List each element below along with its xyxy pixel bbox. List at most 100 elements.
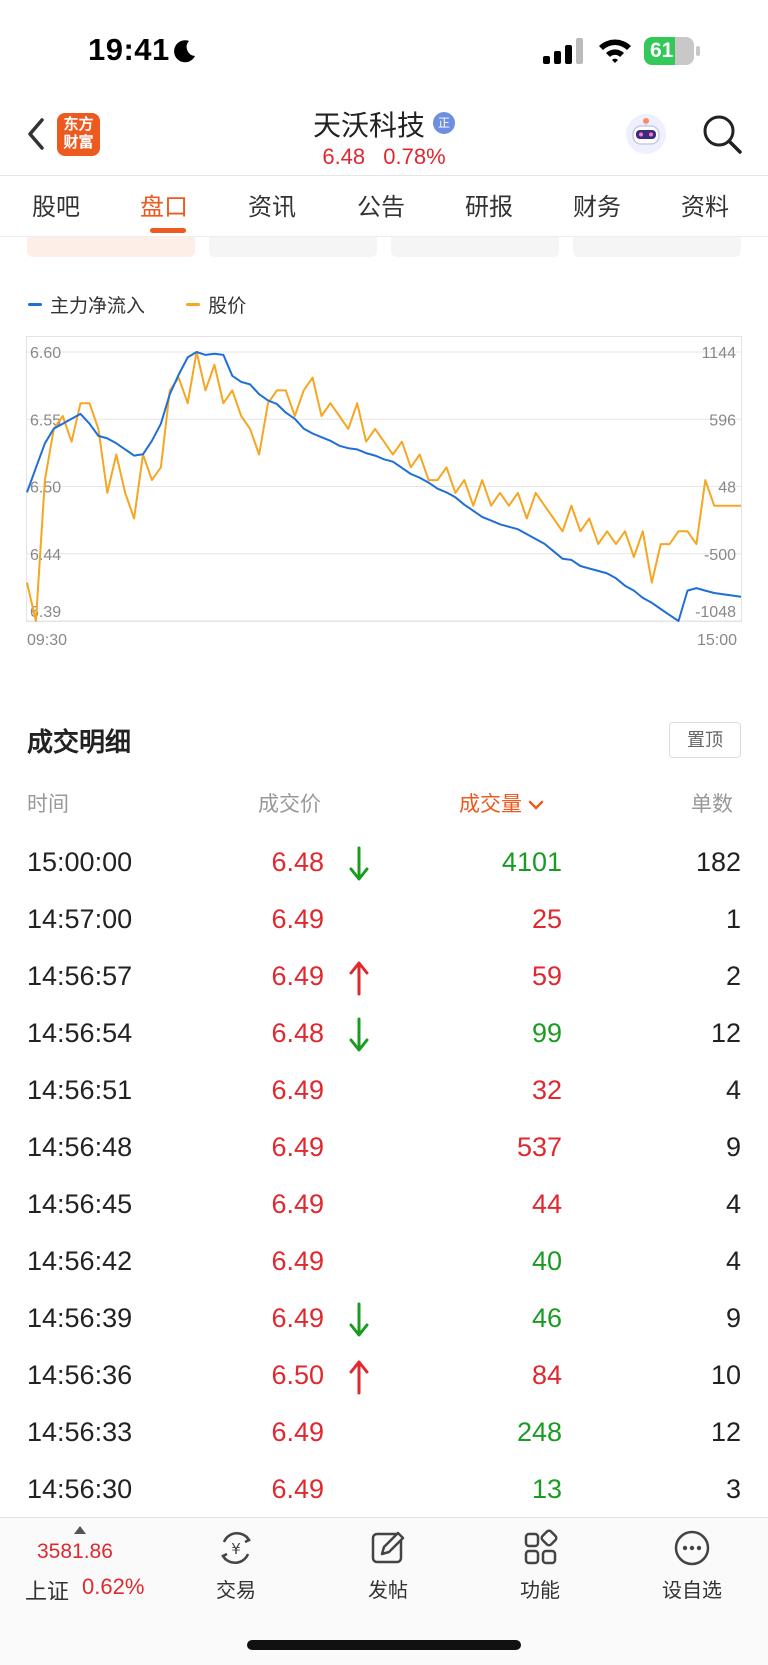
- trade-volume: 32: [531, 1075, 562, 1105]
- trade-volume: 44: [531, 1189, 562, 1219]
- nav-functions[interactable]: 功能: [490, 1528, 590, 1603]
- trade-volume: 99: [531, 1018, 562, 1048]
- trade-count: 182: [695, 847, 741, 877]
- trade-price: 6.49: [271, 1246, 324, 1276]
- search-icon[interactable]: [700, 112, 744, 156]
- trade-time: 14:56:57: [27, 961, 133, 991]
- trade-time: 14:57:00: [27, 904, 133, 934]
- trade-time: 14:56:45: [27, 1189, 133, 1219]
- apps-icon: [524, 1529, 558, 1565]
- trade-count: 12: [710, 1018, 741, 1048]
- tab-research[interactable]: 研报: [465, 187, 513, 222]
- table-row: 14:56:42 6.49 40 4: [0, 1236, 768, 1293]
- y-tick-left: 6.60: [30, 345, 61, 362]
- compose-icon: [371, 1531, 405, 1564]
- trade-price: 6.49: [271, 904, 324, 934]
- y-tick-right: -1048: [695, 604, 736, 621]
- y-tick-right: 1144: [702, 345, 737, 362]
- table-row: 14:56:48 6.49 537 9: [0, 1122, 768, 1179]
- col-count-header: 单数: [691, 793, 733, 816]
- trade-price: 6.48: [271, 847, 324, 877]
- table-row: 14:56:39 6.49 46 9: [0, 1293, 768, 1350]
- pin-to-top-button[interactable]: 置顶: [669, 722, 741, 758]
- trade-time: 14:56:48: [27, 1132, 133, 1162]
- trade-volume: 59: [531, 961, 562, 991]
- trade-price: 6.49: [271, 1474, 324, 1504]
- trade-time: 14:56:42: [27, 1246, 133, 1276]
- nav-add-watchlist[interactable]: 设自选: [642, 1528, 742, 1603]
- tab-guba[interactable]: 股吧: [32, 187, 80, 222]
- trade-price: 6.49: [271, 1189, 324, 1219]
- tab-profile[interactable]: 资料: [681, 187, 729, 222]
- trade-count: 3: [725, 1474, 741, 1504]
- legend-price: 股价: [186, 291, 246, 318]
- trade-count: 10: [710, 1360, 741, 1390]
- table-row: 14:56:30 6.49 13 3: [0, 1464, 768, 1521]
- stat-card: [27, 237, 195, 257]
- trade-icon: ¥: [221, 1532, 251, 1564]
- table-row: 14:57:00 6.49 25 1: [0, 894, 768, 951]
- col-time-header: 时间: [27, 793, 69, 816]
- trade-price: 6.49: [271, 1132, 324, 1162]
- trade-count: 9: [725, 1132, 741, 1162]
- trade-count: 9: [725, 1303, 741, 1333]
- trade-price: 6.48: [271, 1018, 324, 1048]
- robot-assistant-icon[interactable]: [624, 112, 668, 156]
- tab-finance[interactable]: 财务: [573, 187, 621, 222]
- nav-trade[interactable]: ¥ 交易: [186, 1528, 286, 1603]
- stat-card: [209, 237, 377, 257]
- status-bar: 19:41 61: [0, 0, 768, 100]
- index-name[interactable]: 上证: [25, 1574, 69, 1606]
- trade-volume: 4101: [501, 847, 562, 877]
- trade-count: 4: [725, 1075, 741, 1105]
- index-change-pct[interactable]: 0.62%: [82, 1574, 144, 1600]
- trade-volume: 13: [531, 1474, 562, 1504]
- trade-volume: 46: [531, 1303, 562, 1333]
- table-row: 14:56:45 6.49 44 4: [0, 1179, 768, 1236]
- arrow-down-icon: [349, 1017, 369, 1052]
- trade-price: 6.49: [271, 1303, 324, 1333]
- trade-count: 4: [725, 1189, 741, 1219]
- trade-time: 14:56:39: [27, 1303, 133, 1333]
- trade-price: 6.49: [271, 1417, 324, 1447]
- col-volume-header[interactable]: 成交量: [459, 788, 544, 818]
- stock-price: 6.48: [322, 144, 366, 169]
- badge-icon: 正: [433, 112, 455, 134]
- trade-volume: 537: [516, 1132, 562, 1162]
- tab-news[interactable]: 资讯: [248, 187, 296, 222]
- trade-count: 2: [725, 961, 741, 991]
- x-tick-start: 09:30: [27, 632, 68, 649]
- battery-level: 61: [650, 39, 674, 62]
- legend-main-flow: 主力净流入: [28, 291, 145, 318]
- chart-frame: [26, 336, 742, 622]
- stock-name: 天沃科技: [312, 110, 425, 141]
- moon-icon: [174, 40, 195, 63]
- table-row: 14:56:51 6.49 32 4: [0, 1065, 768, 1122]
- trade-count: 12: [710, 1417, 741, 1447]
- nav-compose[interactable]: 发帖: [338, 1528, 438, 1603]
- caret-up-icon[interactable]: [74, 1526, 86, 1534]
- trade-volume: 84: [531, 1360, 562, 1390]
- home-indicator: [247, 1640, 521, 1650]
- arrow-up-icon: [349, 961, 369, 996]
- table-row: 14:56:33 6.49 248 12: [0, 1407, 768, 1464]
- status-time: 19:41: [88, 32, 170, 67]
- tab-bar: 股吧 盘口 资讯 公告 研报 财务 资料: [0, 177, 768, 237]
- trade-price: 6.49: [271, 1075, 324, 1105]
- svg-text:¥: ¥: [231, 1540, 241, 1558]
- arrow-down-icon: [349, 1302, 369, 1337]
- trade-detail-title: 成交明细: [27, 727, 132, 757]
- trade-price: 6.49: [271, 961, 324, 991]
- signal-icon: [543, 38, 583, 64]
- trade-volume: 248: [516, 1417, 562, 1447]
- tab-announcements[interactable]: 公告: [357, 187, 405, 222]
- stock-change-pct: 0.78%: [383, 144, 446, 169]
- stock-header: 东方 财富 天沃科技 正 6.48 0.78%: [0, 100, 768, 176]
- y-tick-right: -500: [704, 547, 736, 564]
- y-tick-left: 6.44: [30, 547, 61, 564]
- index-value[interactable]: 3581.86: [37, 1540, 113, 1564]
- trade-volume: 40: [531, 1246, 562, 1276]
- arrow-down-icon: [349, 846, 369, 881]
- tab-pankou[interactable]: 盘口: [140, 187, 188, 222]
- wifi-icon: [599, 39, 631, 63]
